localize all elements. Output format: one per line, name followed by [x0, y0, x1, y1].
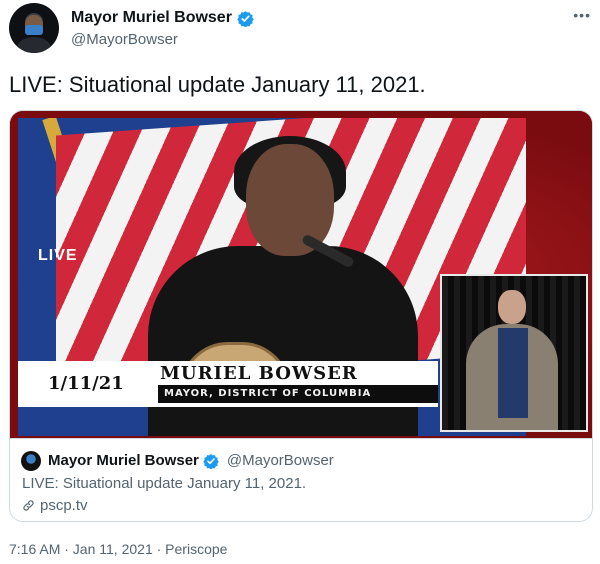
lower-third-date: 1/11/21 [48, 373, 124, 394]
verified-badge-icon [203, 453, 219, 469]
lower-third-name: MURIEL BOWSER [160, 363, 358, 384]
tweet-timestamp[interactable]: 7:16 AM · Jan 11, 2021 · Periscope [9, 541, 227, 557]
author-display-name[interactable]: Mayor Muriel Bowser [71, 9, 232, 27]
author-name-row[interactable]: Mayor Muriel Bowser [71, 9, 254, 27]
video-thumbnail[interactable]: LIVE 1/11/21 MURIEL BOWSER MAYOR, DISTRI… [10, 111, 592, 438]
tweet-text: LIVE: Situational update January 11, 202… [9, 72, 426, 97]
avatar-mask [25, 25, 43, 35]
author-handle[interactable]: @MayorBowser [71, 31, 178, 48]
speaker-head [246, 144, 334, 256]
avatar-shoulders [17, 37, 51, 53]
card-display-name: Mayor Muriel Bowser [48, 452, 199, 469]
card-link[interactable]: pscp.tv [22, 497, 88, 514]
tweet-header: Mayor Muriel Bowser @MayorBowser ••• [9, 3, 591, 55]
ellipsis-icon[interactable]: ••• [573, 7, 591, 23]
lower-third-banner: 1/11/21 MURIEL BOWSER MAYOR, DISTRICT OF… [18, 361, 438, 407]
card-handle: @MayorBowser [226, 452, 334, 469]
speaker-body [148, 246, 418, 436]
card-link-text[interactable]: pscp.tv [40, 497, 88, 514]
card-avatar [21, 451, 41, 471]
link-card[interactable]: LIVE 1/11/21 MURIEL BOWSER MAYOR, DISTRI… [9, 110, 593, 522]
interpreter-head [498, 290, 526, 324]
card-author-row: Mayor Muriel Bowser @MayorBowser [48, 452, 334, 469]
lower-third-title: MAYOR, DISTRICT OF COLUMBIA [164, 388, 372, 399]
sign-language-interpreter-inset [440, 274, 588, 432]
verified-badge-icon [237, 10, 254, 27]
link-icon [23, 500, 34, 511]
avatar[interactable] [9, 3, 59, 53]
card-description: LIVE: Situational update January 11, 202… [22, 475, 307, 492]
interpreter-shirt [498, 328, 528, 418]
live-badge: LIVE [38, 247, 78, 264]
card-footer[interactable]: Mayor Muriel Bowser @MayorBowser LIVE: S… [10, 438, 592, 521]
